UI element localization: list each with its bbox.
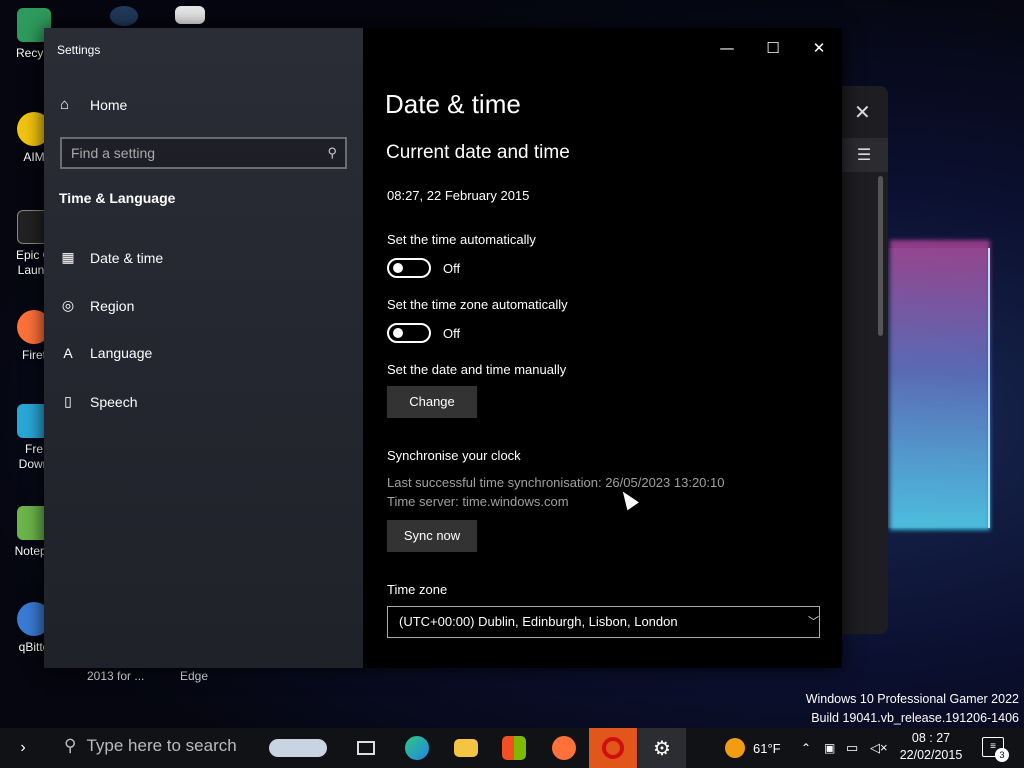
gear-icon: ⚙ xyxy=(653,737,671,760)
timezone-label: Time zone xyxy=(387,582,448,597)
background-window-panel: ✕ ☰ xyxy=(840,86,888,634)
file-explorer-icon[interactable] xyxy=(449,728,483,768)
sidebar-item-label: Speech xyxy=(90,393,138,410)
clock-time: 08 : 27 xyxy=(911,731,951,745)
password-lock-icon xyxy=(269,739,327,757)
auto-time-toggle[interactable] xyxy=(387,258,431,278)
opera-glyph xyxy=(602,737,624,759)
sidebar-item-language[interactable]: A Language xyxy=(60,345,152,361)
toggle-knob xyxy=(393,328,403,338)
auto-time-label: Set the time automatically xyxy=(387,232,536,247)
desktop-icon-folder[interactable] xyxy=(160,6,220,28)
close-button[interactable]: ✕ xyxy=(796,28,842,68)
chevron-down-icon: ﹀ xyxy=(808,616,819,628)
close-icon[interactable]: ✕ xyxy=(854,100,871,124)
microphone-icon: ▯ xyxy=(64,393,72,409)
opera-taskbar-icon[interactable] xyxy=(589,728,637,768)
store-glyph xyxy=(502,736,526,760)
sidebar-item-label: Language xyxy=(90,345,153,361)
tray-chevron-up-icon[interactable]: ⌃ xyxy=(801,728,811,768)
change-button[interactable]: Change xyxy=(387,386,477,418)
sidebar-item-date-time[interactable]: ▦ Date & time xyxy=(60,249,163,266)
minimize-button[interactable]: — xyxy=(704,28,750,68)
timezone-select[interactable]: (UTC+00:00) Dublin, Edinburgh, Lisbon, L… xyxy=(387,606,820,638)
task-view-glyph xyxy=(357,741,375,755)
auto-timezone-toggle[interactable] xyxy=(387,323,431,343)
auto-timezone-label: Set the time zone automatically xyxy=(387,297,568,312)
settings-content-pane: — ☐ ✕ Date & time Current date and time … xyxy=(363,28,842,668)
auto-timezone-state: Off xyxy=(443,326,461,341)
auto-time-state: Off xyxy=(443,261,461,276)
nav-section-title: Time & Language xyxy=(59,190,176,206)
toggle-knob xyxy=(393,263,403,273)
sidebar-item-label: Region xyxy=(90,297,135,314)
taskbar-clock[interactable]: 08 : 27 22/02/2015 xyxy=(893,730,969,764)
current-datetime: 08:27, 22 February 2015 xyxy=(387,188,530,203)
scrollbar[interactable] xyxy=(878,176,883,336)
page-title: Date & time xyxy=(385,89,521,119)
sync-title: Synchronise your clock xyxy=(387,448,521,463)
timezone-value: (UTC+00:00) Dublin, Edinburgh, Lisbon, L… xyxy=(399,614,678,629)
find-setting-input[interactable]: Find a setting ⚲ xyxy=(60,137,347,169)
taskbar-search-placeholder: Type here to search xyxy=(86,736,237,755)
notification-center-icon[interactable]: ≡ 3 xyxy=(982,737,1009,762)
desktop: Recycl AIM Epic G Launc Firef Fre Down N… xyxy=(0,0,1024,728)
settings-taskbar-icon[interactable]: ⚙ xyxy=(638,728,686,768)
firefox-taskbar-icon[interactable] xyxy=(547,728,581,768)
calendar-clock-icon: ▦ xyxy=(61,249,75,265)
settings-nav-pane: Settings ⌂ Home Find a setting ⚲ Time & … xyxy=(44,28,363,668)
start-expand-icon[interactable]: › xyxy=(8,728,38,768)
sidebar-item-speech[interactable]: ▯ Speech xyxy=(60,393,137,410)
time-server-text: Time server: time.windows.com xyxy=(387,494,569,509)
windows-watermark-edition: Windows 10 Professional Gamer 2022 xyxy=(805,692,1019,706)
sun-icon xyxy=(725,738,745,758)
app-icon xyxy=(110,6,138,26)
sidebar-item-region[interactable]: ◎ Region xyxy=(60,297,134,314)
taskbar-search[interactable]: ⚲ Type here to search xyxy=(64,736,237,756)
section-title: Current date and time xyxy=(386,142,570,163)
settings-window: Settings ⌂ Home Find a setting ⚲ Time & … xyxy=(44,28,842,668)
wallpaper-pane xyxy=(888,248,990,528)
desktop-icon-label: 2013 for ... xyxy=(87,669,145,683)
last-sync-text: Last successful time synchronisation: 26… xyxy=(387,475,725,490)
window-caption-buttons: — ☐ ✕ xyxy=(704,28,842,68)
search-placeholder: Find a setting xyxy=(71,145,156,161)
firefox-glyph xyxy=(552,736,576,760)
maximize-button[interactable]: ☐ xyxy=(750,28,796,68)
task-view-icon[interactable] xyxy=(350,728,382,768)
document-icon xyxy=(175,6,205,24)
volume-muted-icon[interactable]: ◁× xyxy=(870,728,888,768)
manual-datetime-label: Set the date and time manually xyxy=(387,362,567,377)
desktop-icon-app[interactable] xyxy=(94,6,154,30)
language-icon: A xyxy=(63,345,73,361)
folder-glyph xyxy=(454,739,478,757)
clock-date: 22/02/2015 xyxy=(899,748,963,762)
home-icon: ⌂ xyxy=(60,96,70,113)
search-icon: ⚲ xyxy=(327,145,337,160)
store-icon[interactable] xyxy=(497,728,531,768)
password-tray-app[interactable] xyxy=(262,728,334,768)
globe-icon: ◎ xyxy=(61,297,75,313)
nav-home-label: Home xyxy=(90,96,128,113)
network-icon[interactable]: ▭ xyxy=(846,728,858,768)
filter-settings-icon[interactable]: ☰ xyxy=(840,138,888,172)
weather-temp: 61°F xyxy=(753,740,781,756)
window-title: Settings xyxy=(57,43,101,57)
sync-now-button[interactable]: Sync now xyxy=(387,520,477,552)
edge-icon[interactable] xyxy=(400,728,434,768)
weather-widget[interactable]: 61°F xyxy=(725,728,781,768)
taskbar: › ⚲ Type here to search ⚙ 61°F ⌃ ▣ ▭ ◁× … xyxy=(0,728,1024,768)
sidebar-item-label: Date & time xyxy=(90,249,164,266)
nav-home[interactable]: ⌂ Home xyxy=(60,96,127,113)
edge-logo xyxy=(405,736,429,760)
camera-tray-icon[interactable]: ▣ xyxy=(824,728,835,768)
windows-watermark-build: Build 19041.vb_release.191206-1406 xyxy=(811,711,1019,725)
search-icon: ⚲ xyxy=(64,736,77,755)
notification-count: 3 xyxy=(995,748,1009,762)
desktop-icon-label: Edge xyxy=(180,669,209,683)
